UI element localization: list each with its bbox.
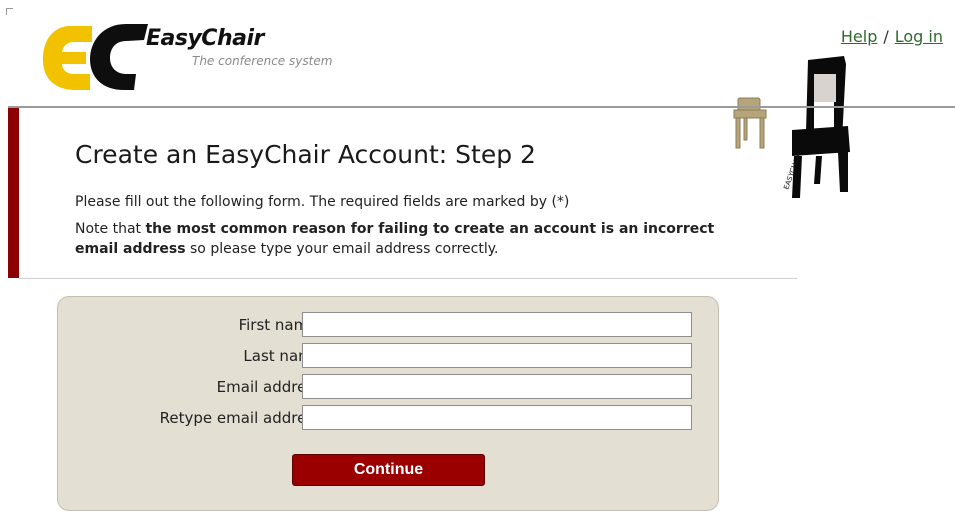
last-name-row: Last name (*): [58, 343, 720, 369]
header-divider [8, 106, 955, 108]
intro-accent-bar [8, 108, 19, 278]
email-input[interactable] [302, 374, 692, 399]
email-warning-note: Note that the most common reason for fai… [75, 219, 735, 259]
continue-button[interactable]: Continue [292, 454, 485, 486]
logo-subtitle: The conference system [192, 54, 333, 68]
intro-divider [19, 278, 797, 279]
instructions-text: Please fill out the following form. The … [75, 194, 570, 210]
link-separator: / [883, 27, 889, 46]
last-name-input[interactable] [302, 343, 692, 368]
retype-email-input[interactable] [302, 405, 692, 430]
easychair-logo-icon [42, 24, 148, 90]
help-link[interactable]: Help [841, 27, 877, 46]
email-row: Email address (*): [58, 374, 720, 400]
chair-illustration-icon: EASYCHAIR [730, 52, 850, 202]
logo-title: EasyChair [146, 26, 264, 51]
retype-email-row: Retype email address (*): [58, 405, 720, 431]
corner-mark [6, 8, 13, 15]
first-name-input[interactable] [302, 312, 692, 337]
account-form: First name† (*): Last name (*): Email ad… [57, 296, 719, 511]
page-title: Create an EasyChair Account: Step 2 [75, 140, 536, 169]
note-prefix: Note that [75, 221, 146, 237]
top-links: Help / Log in [841, 27, 943, 46]
easychair-logo[interactable]: EasyChair The conference system [40, 22, 340, 92]
first-name-row: First name† (*): [58, 312, 720, 338]
login-link[interactable]: Log in [895, 27, 943, 46]
note-suffix: so please type your email address correc… [185, 241, 499, 257]
